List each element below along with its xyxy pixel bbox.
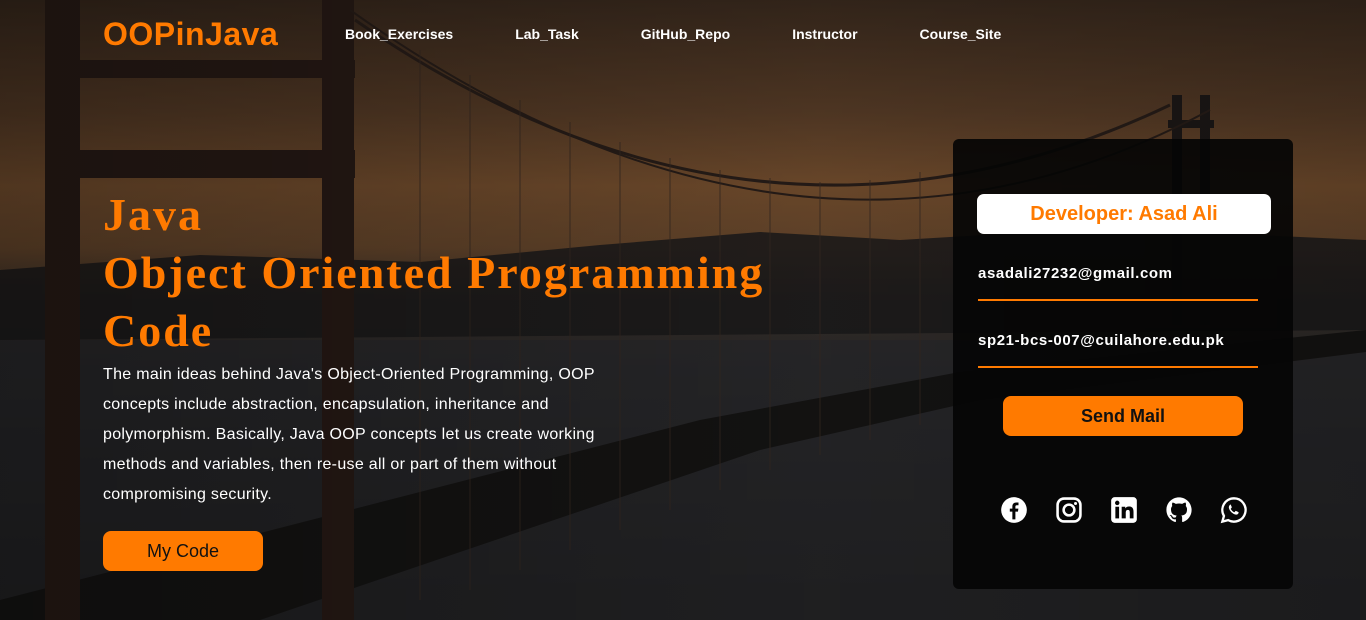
top-navigation: OOPinJava Book_Exercises Lab_Task GitHub…: [0, 0, 1366, 70]
site-logo[interactable]: OOPinJava: [103, 16, 278, 53]
hero-title: Java Object Oriented Programming Code: [103, 186, 863, 360]
hero-section: Java Object Oriented Programming Code Th…: [103, 186, 863, 571]
nav-link-book-exercises[interactable]: Book_Exercises: [345, 26, 453, 42]
contact-card: Developer: Asad Ali asadali27232@gmail.c…: [953, 139, 1293, 589]
email-field-university[interactable]: sp21-bcs-007@cuilahore.edu.pk: [978, 332, 1258, 368]
send-mail-button[interactable]: Send Mail: [1003, 396, 1243, 436]
developer-badge: Developer: Asad Ali: [977, 194, 1271, 234]
hero-title-line-3: Code: [103, 305, 214, 356]
hero-title-line-1: Java: [103, 189, 203, 240]
social-links: [1000, 496, 1248, 524]
linkedin-icon[interactable]: [1110, 496, 1138, 524]
nav-link-instructor[interactable]: Instructor: [792, 26, 857, 42]
hero-description: The main ideas behind Java's Object-Orie…: [103, 366, 595, 503]
facebook-icon[interactable]: [1000, 496, 1028, 524]
hero-title-line-2: Object Oriented Programming: [103, 247, 765, 298]
nav-links: Book_Exercises Lab_Task GitHub_Repo Inst…: [345, 26, 1001, 42]
my-code-button[interactable]: My Code: [103, 531, 263, 571]
email-field-personal[interactable]: asadali27232@gmail.com: [978, 265, 1258, 301]
instagram-icon[interactable]: [1055, 496, 1083, 524]
nav-link-course-site[interactable]: Course_Site: [920, 26, 1002, 42]
whatsapp-icon[interactable]: [1220, 496, 1248, 524]
nav-link-github-repo[interactable]: GitHub_Repo: [641, 26, 730, 42]
nav-link-lab-task[interactable]: Lab_Task: [515, 26, 579, 42]
github-icon[interactable]: [1165, 496, 1193, 524]
